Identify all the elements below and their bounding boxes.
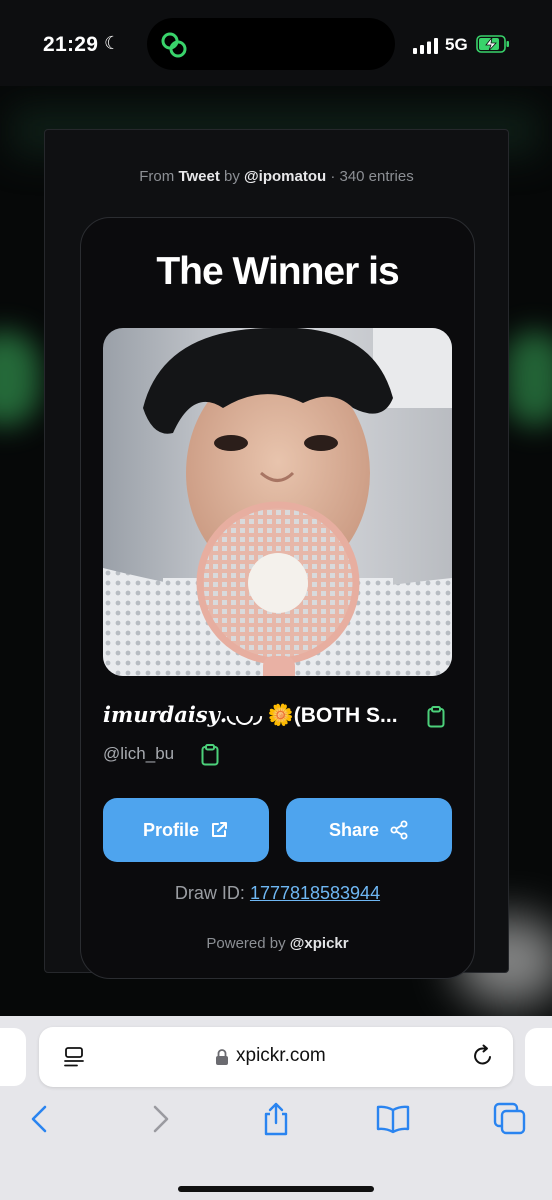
- lock-icon: [216, 1049, 228, 1065]
- profile-button[interactable]: Profile: [103, 798, 269, 862]
- draw-id-line: Draw ID: 1777818583944: [81, 883, 474, 904]
- background-glow: [0, 331, 40, 426]
- browser-nav-bar: [0, 1102, 552, 1162]
- dynamic-island: [147, 18, 395, 70]
- winner-handle: @lich_bu: [103, 744, 175, 763]
- clipboard-icon[interactable]: [201, 744, 219, 766]
- status-time: 21:29: [43, 33, 99, 56]
- draw-id-label: Draw ID:: [174, 883, 245, 903]
- bookmarks-icon[interactable]: [376, 1102, 410, 1136]
- signal-icon: [413, 38, 438, 54]
- winner-name-row: 𝒊𝒎𝒖𝒓𝒅𝒂𝒊𝒔𝒚.◟◡◞ 🌼(BOTH S...: [103, 702, 453, 732]
- source-prefix: From: [139, 168, 175, 185]
- source-user[interactable]: @ipomatou: [244, 168, 326, 185]
- powered-prefix: Powered by: [206, 935, 286, 952]
- share-button[interactable]: Share: [286, 798, 452, 862]
- next-tab-preview[interactable]: [525, 1028, 552, 1086]
- winner-name: 𝒊𝒎𝒖𝒓𝒅𝒂𝒊𝒔𝒚.◟◡◞ 🌼(BOTH S...: [103, 702, 398, 727]
- app-logo-icon: [161, 32, 187, 58]
- browser-toolbar: xpickr.com: [0, 1016, 552, 1200]
- share-button-label: Share: [328, 819, 380, 840]
- winner-title: The Winner is: [156, 250, 399, 293]
- powered-brand-link[interactable]: @xpickr: [290, 935, 349, 952]
- status-bar: 21:29 ☾ 5G: [0, 0, 552, 86]
- network-type: 5G: [445, 35, 468, 54]
- previous-tab-preview[interactable]: [0, 1028, 26, 1086]
- source-entries: · 340 entries: [330, 168, 414, 185]
- back-icon[interactable]: [23, 1102, 57, 1136]
- tabs-icon[interactable]: [493, 1102, 527, 1136]
- draw-id-link[interactable]: 1777818583944: [250, 883, 380, 903]
- winner-photo: [103, 328, 452, 676]
- moon-icon: ☾: [104, 33, 121, 53]
- winner-card: The Winner is 𝒊𝒎𝒖𝒓𝒅𝒂𝒊𝒔𝒚.◟◡◞ 🌼(BOTH S... …: [80, 217, 475, 979]
- source-by: by: [224, 168, 240, 185]
- forward-icon[interactable]: [143, 1102, 177, 1136]
- battery-charging-icon: [476, 35, 509, 53]
- share-sheet-icon[interactable]: [259, 1102, 293, 1136]
- result-modal: From Tweet by @ipomatou · 340 entries Th…: [44, 129, 509, 979]
- background-glow: [505, 331, 552, 426]
- clipboard-icon[interactable]: [427, 706, 445, 728]
- source-type: Tweet: [178, 168, 220, 185]
- share-icon: [390, 820, 408, 840]
- reload-icon[interactable]: [471, 1044, 495, 1068]
- source-line: From Tweet by @ipomatou · 340 entries: [45, 168, 508, 185]
- home-indicator: [178, 1186, 374, 1192]
- profile-button-label: Profile: [142, 819, 199, 840]
- url-text: xpickr.com: [236, 1045, 326, 1066]
- external-link-icon: [212, 822, 227, 837]
- powered-by: Powered by @xpickr: [81, 935, 474, 952]
- reader-icon[interactable]: [63, 1046, 85, 1068]
- address-bar[interactable]: xpickr.com: [39, 1027, 513, 1087]
